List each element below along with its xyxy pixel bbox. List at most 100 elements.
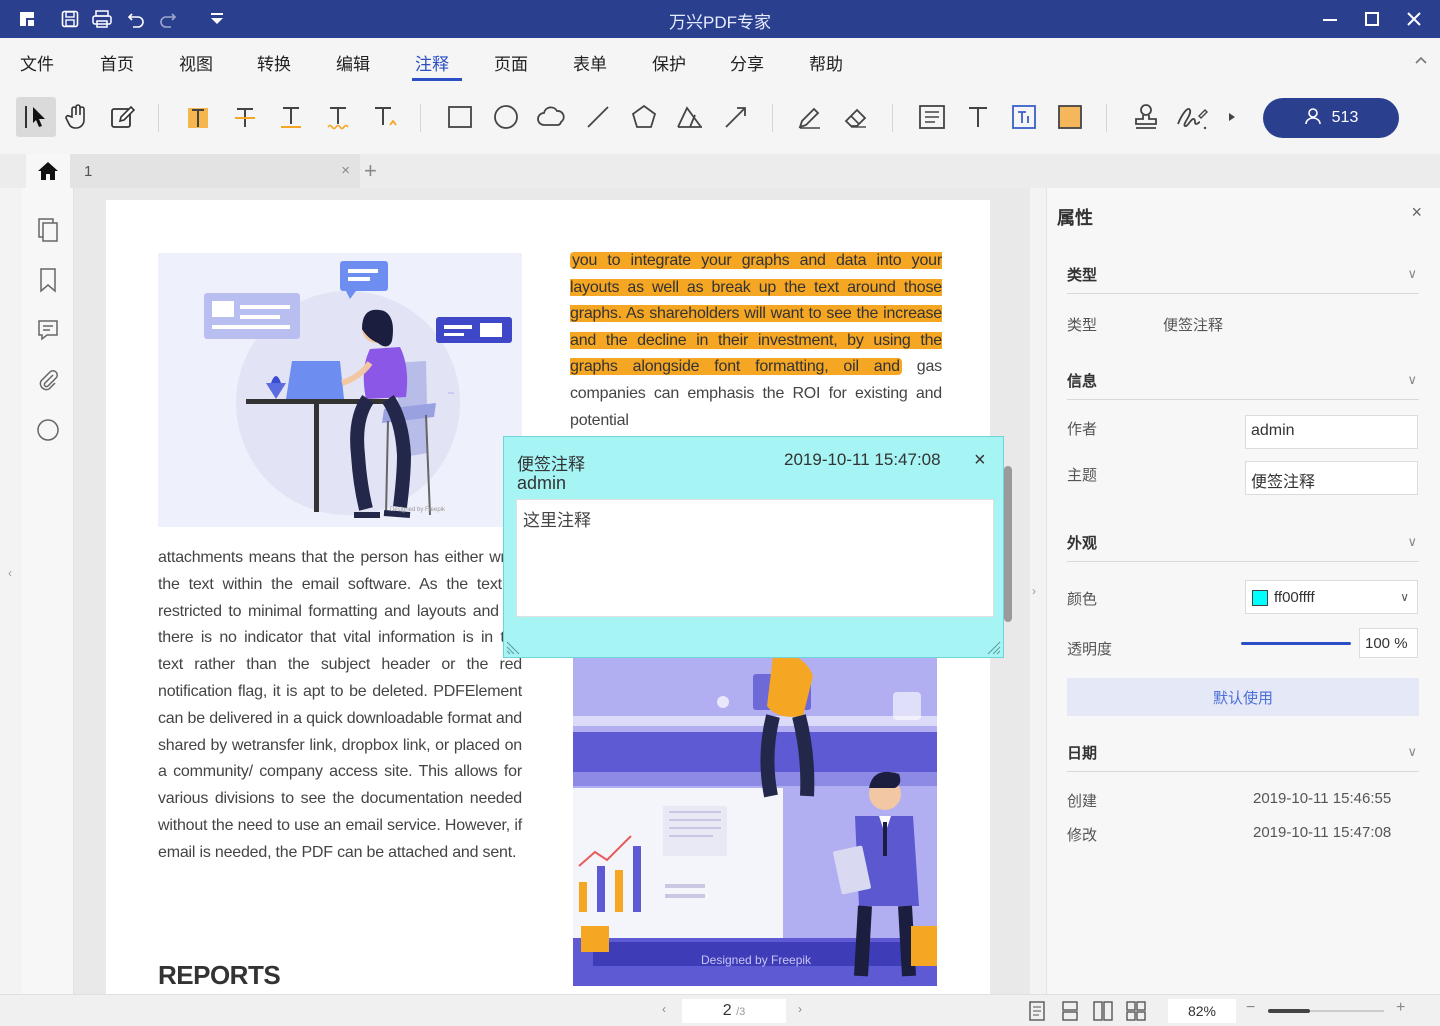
vertical-scrollbar[interactable] (1004, 466, 1012, 622)
window-title: 万兴PDF专家 (669, 13, 771, 32)
minimize-button[interactable] (1312, 4, 1348, 34)
current-page: 2 (722, 1002, 732, 1019)
chevron-down-icon: ∨ (1407, 266, 1417, 281)
page-number-input[interactable]: 2 /3 (682, 999, 786, 1023)
left-column-text: attachments means that the person has ei… (158, 549, 522, 861)
attachment-icon[interactable] (34, 366, 62, 394)
color-select[interactable]: ff00ffff ∨ (1245, 580, 1418, 614)
document-tab[interactable]: 1 × (70, 154, 360, 188)
next-page-icon[interactable]: › (798, 1002, 802, 1016)
menu-edit[interactable]: 编辑 (336, 50, 370, 75)
close-window-button[interactable] (1396, 4, 1432, 34)
eraser-tool-icon[interactable] (836, 97, 876, 137)
section-date[interactable]: 日期 ∨ (1067, 742, 1419, 772)
menu-help[interactable]: 帮助 (809, 50, 843, 75)
grid-view-icon[interactable] (1124, 999, 1148, 1023)
comments-icon[interactable] (34, 316, 62, 344)
add-tab-button[interactable]: + (364, 158, 377, 184)
right-panel-collapse-arrow-icon[interactable]: › (1032, 584, 1036, 598)
search-icon[interactable] (34, 416, 62, 444)
hand-tool-icon[interactable] (58, 97, 98, 137)
thumbnails-icon[interactable] (34, 216, 62, 244)
type-label: 类型 (1067, 317, 1098, 334)
strikethrough-text-icon[interactable] (225, 97, 265, 137)
rectangle-tool-icon[interactable] (440, 97, 480, 137)
highlight-text-icon[interactable] (178, 97, 218, 137)
set-default-button[interactable]: 默认使用 (1067, 678, 1419, 716)
resize-grip-right-icon[interactable] (987, 641, 1001, 655)
properties-close-button[interactable]: × (1411, 202, 1422, 223)
zoom-level-input[interactable]: 82% (1168, 999, 1236, 1023)
section-appearance-heading: 外观 (1067, 535, 1098, 552)
menu-convert[interactable]: 转换 (257, 50, 291, 75)
document-tab-bar: 1 × + (0, 154, 1440, 188)
total-pages: /3 (736, 1006, 746, 1018)
single-page-view-icon[interactable] (1025, 999, 1049, 1023)
opacity-input[interactable]: 100 % (1359, 628, 1418, 658)
section-info[interactable]: 信息 ∨ (1067, 370, 1419, 400)
squiggly-text-icon[interactable] (318, 97, 358, 137)
menu-comment[interactable]: 注释 (415, 50, 449, 75)
user-account-button[interactable]: 513 (1263, 98, 1399, 138)
color-label: 颜色 (1067, 591, 1098, 608)
line-tool-icon[interactable] (578, 97, 618, 137)
signature-tool-icon[interactable] (1172, 97, 1212, 137)
menu-share[interactable]: 分享 (730, 50, 764, 75)
text-box-tool-icon[interactable] (958, 97, 998, 137)
polygon-tool-icon[interactable] (624, 97, 664, 137)
polyline-tool-icon[interactable] (670, 97, 710, 137)
zoom-in-button[interactable]: + (1396, 999, 1405, 1017)
toolbar-separator (420, 104, 421, 132)
zoom-out-button[interactable]: − (1246, 999, 1255, 1017)
pencil-tool-icon[interactable] (790, 97, 830, 137)
previous-page-icon[interactable]: ‹ (662, 1002, 666, 1016)
illustration-business-people: Designed by Freepik (573, 656, 937, 986)
close-tab-icon[interactable]: × (341, 162, 350, 179)
menu-protect[interactable]: 保护 (652, 50, 686, 75)
more-tools-arrow-icon[interactable] (1222, 97, 1242, 137)
menu-view[interactable]: 视图 (179, 50, 213, 75)
author-field[interactable]: admin (1245, 415, 1418, 449)
area-highlight-tool-icon[interactable] (1050, 97, 1090, 137)
sticky-note-type: 便签注释 (517, 455, 585, 474)
right-column-text: you to integrate your graphs and data in… (570, 248, 942, 434)
sticky-note-close-button[interactable]: × (974, 449, 986, 472)
comment-toolbar: 513 (0, 82, 1440, 154)
menu-form[interactable]: 表单 (573, 50, 607, 75)
menu-page[interactable]: 页面 (494, 50, 528, 75)
menu-home[interactable]: 首页 (100, 50, 134, 75)
subject-field[interactable]: 便签注释 (1245, 461, 1418, 495)
left-collapse-arrow-icon[interactable]: ‹ (8, 566, 12, 580)
circle-tool-icon[interactable] (486, 97, 526, 137)
sticky-note-popup[interactable]: 便签注释 2019-10-11 15:47:08 × admin 这里注释 (503, 436, 1004, 658)
maximize-button[interactable] (1354, 4, 1390, 34)
author-label: 作者 (1067, 421, 1098, 438)
section-type[interactable]: 类型 ∨ (1067, 264, 1419, 294)
opacity-label: 透明度 (1067, 641, 1113, 658)
arrow-tool-icon[interactable] (716, 97, 756, 137)
continuous-view-icon[interactable] (1058, 999, 1082, 1023)
collapse-ribbon-icon[interactable] (1414, 52, 1428, 68)
menu-file[interactable]: 文件 (20, 50, 54, 75)
resize-grip-left-icon[interactable] (506, 641, 520, 655)
title-bar: 万兴PDF专家 (0, 0, 1440, 38)
select-tool-icon[interactable] (16, 97, 56, 137)
toolbar-separator (1106, 104, 1107, 132)
section-appearance[interactable]: 外观 ∨ (1067, 532, 1419, 562)
zoom-slider-handle[interactable] (1268, 1009, 1310, 1013)
opacity-slider[interactable] (1241, 642, 1351, 645)
edit-note-icon[interactable] (102, 97, 142, 137)
subject-label: 主题 (1067, 467, 1098, 484)
highlighted-text[interactable]: you to integrate your graphs and data in… (570, 252, 942, 376)
two-page-view-icon[interactable] (1091, 999, 1115, 1023)
stamp-tool-icon[interactable] (1126, 97, 1166, 137)
active-menu-indicator (412, 78, 462, 81)
insert-text-icon[interactable] (364, 97, 404, 137)
sticky-note-content-input[interactable]: 这里注释 (516, 499, 994, 617)
home-icon[interactable] (26, 154, 70, 188)
sticky-note-tool-icon[interactable] (912, 97, 952, 137)
bookmark-icon[interactable] (34, 266, 62, 294)
underline-text-icon[interactable] (271, 97, 311, 137)
text-callout-tool-icon[interactable] (1004, 97, 1044, 137)
cloud-tool-icon[interactable] (532, 97, 572, 137)
